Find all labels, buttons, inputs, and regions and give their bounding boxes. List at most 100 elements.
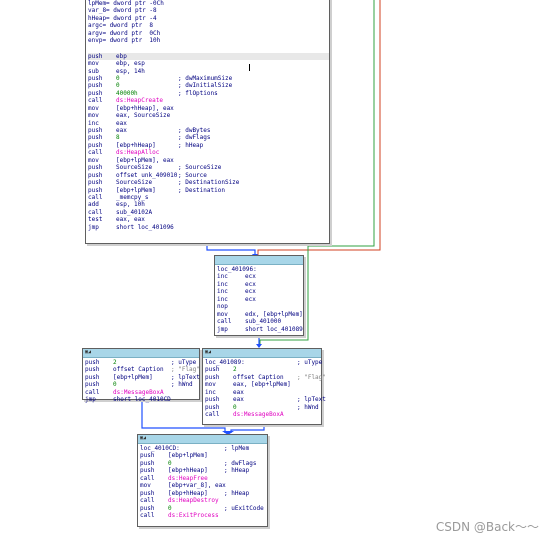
asm-line[interactable]: inc ecx [217,288,303,295]
asm-line[interactable]: push ebp [88,52,329,61]
asm-line[interactable]: push 0 ; uExitCode [140,505,267,512]
comment: ; dwMaximumSize [178,74,233,82]
asm-line[interactable]: call ds:MessageBoxA [205,411,321,418]
node-main-function[interactable]: lpMem= dword ptr -0Ch var_8= dword ptr -8… [85,0,330,244]
node-loc-401089[interactable]: ▣◢ loc_401089: ; uType push 2 push offset Cap… [202,348,326,425]
asm-line[interactable]: push offset Caption ; "Flag" [85,366,200,374]
comment: ; "Flag" [297,373,326,381]
asm-line[interactable]: call ds:HeapFree [140,475,267,482]
asm-line[interactable]: sub esp, 14h [88,68,329,75]
asm-line[interactable]: add esp, 10h [88,201,329,208]
comment: ; hWnd [171,381,193,389]
asm-line[interactable]: jmp short loc_401089 [217,326,303,333]
asm-line[interactable]: inc ecx [217,273,303,280]
asm-line[interactable]: call ds:HeapAlloc [88,149,329,156]
asm-line[interactable]: push 0 ; dwInitialSize [88,82,329,89]
node-title-bar[interactable]: ▣◢ [138,435,267,444]
asm-line[interactable]: push 0 ; hWnd [85,381,199,388]
asm-line[interactable]: call ds:HeapDestroy [140,497,267,504]
node-title-bar[interactable]: ▣◢ [83,349,199,358]
operand: SourceSize [116,179,153,187]
operand: ecx [245,280,256,288]
stack-var-line: envp= dword ptr 10h [88,37,161,45]
asm-line[interactable]: inc eax [205,389,321,396]
mnemonic: push [140,467,155,475]
edge-blue-4 [230,425,265,433]
asm-line[interactable]: jmp short loc_4010CD [85,396,199,403]
asm-line[interactable]: loc_401089: ; uType [205,359,322,366]
asm-line[interactable]: mov [ebp+lpMem], eax [88,157,329,164]
asm-line[interactable]: loc_401096: [217,266,303,273]
operand: 0 [113,381,117,389]
node-flag-messagebox[interactable]: ▣◢ push 2 ; uType push offset Caption ; "Flag… [82,348,200,403]
asm-line[interactable]: nop [217,303,303,310]
asm-line[interactable]: mov [ebp+hHeap], eax [88,105,329,112]
asm-line[interactable]: push SourceSize ; SourceSize [88,164,329,171]
asm-line[interactable]: push 2 [205,366,321,373]
asm-line[interactable]: inc ecx [217,281,303,288]
asm-line[interactable]: mov [ebp+var_8], eax [140,482,267,489]
mnemonic: test [88,216,103,224]
asm-line[interactable]: call ds:HeapCreate [88,97,329,104]
comment: ; "Flag" [171,366,200,374]
asm-line[interactable]: call _memcpy_s [88,194,329,201]
asm-line[interactable]: mov ebp, esp [88,60,329,67]
asm-line[interactable]: call sub_401000 [217,318,303,325]
asm-line[interactable]: push 8 ; dwFlags [88,134,329,141]
asm-line[interactable]: jmp short loc_401096 [88,224,329,231]
asm-line[interactable]: push offset Caption ; "Flag" [205,374,326,381]
mnemonic: inc [217,288,228,296]
mnemonic: push [88,127,103,134]
operand: short loc_401089 [245,325,303,333]
asm-line[interactable]: push [ebp+lpMem] ; lpText [85,374,200,381]
operand: ebp [116,52,127,60]
node-loc-4010cd[interactable]: ▣◢ loc_4010CD:; lpMem push [ebp+lpMem] push… [137,434,268,527]
asm-line[interactable]: mov eax, SourceSize [88,112,329,119]
asm-line[interactable]: push [ebp+hHeap] ; hHeap [140,467,267,474]
asm-line[interactable]: push [ebp+hHeap] ; hHeap [88,142,329,149]
asm-line[interactable]: push 0 ; dwFlags [140,460,267,467]
operand: eax, SourceSize [116,112,171,120]
asm-line[interactable]: push 0 ; dwMaximumSize [88,75,329,82]
asm-line[interactable]: call sub_40102A [88,209,329,216]
mnemonic: mov [88,112,99,120]
asm-line[interactable]: push SourceSize ; DestinationSize [88,179,329,186]
node-toolbar-icons[interactable]: ▣◢ [140,435,146,441]
asm-line[interactable]: push offset unk_409010; Source [88,172,329,179]
node-title-bar[interactable] [215,256,303,265]
node-toolbar-icons[interactable]: ▣◢ [205,349,211,355]
operand: sub_401000 [245,318,282,326]
asm-line[interactable]: inc eax [88,120,329,127]
node-toolbar-icons[interactable]: ▣◢ [85,349,91,355]
asm-line[interactable]: push 40000h ; flOptions [88,90,329,97]
asm-line[interactable]: push [ebp+lpMem] [140,452,267,459]
asm-line[interactable]: push eax ; lpText [205,396,326,403]
main-lines: lpMem= dword ptr -0Ch var_8= dword ptr -8… [86,0,329,231]
asm-line[interactable]: push 2 ; uType [85,359,199,366]
operand: [ebp+lpMem], eax [116,156,174,164]
operand: SourceSize [116,164,153,172]
operand: short loc_4010CD [113,396,171,404]
stack-var-line: argv= dword ptr 0Ch [88,29,161,37]
node-loc-401096[interactable]: loc_401096: inc ecx inc ecx inc ecx inc ecx nop mo… [214,255,304,336]
asm-line[interactable]: test eax, eax [88,216,329,223]
operand: ebp, esp [116,60,145,68]
mnemonic: push [140,504,155,512]
mnemonic: mov [217,310,228,318]
asm-line[interactable]: loc_4010CD: ; lpMem [140,445,267,452]
node-title-bar[interactable]: ▣◢ [203,349,321,358]
operand: [ebp+hHeap] [168,489,208,497]
asm-line[interactable]: push 0 ; hWnd [205,404,321,411]
mnemonic: sub [88,67,99,75]
operand: [ebp+lpMem] [168,452,208,460]
asm-line[interactable]: call ds:ExitProcess [140,512,267,519]
operand: 0 [233,403,237,411]
asm-line[interactable]: push eax ; dwBytes [88,127,329,134]
asm-line[interactable]: mov edx, [ebp+lpMem] [217,311,303,318]
asm-line[interactable]: push [ebp+hHeap] ; hHeap [140,490,267,497]
asm-line[interactable]: call ds:MessageBoxA [85,389,199,396]
asm-line[interactable]: inc ecx [217,296,303,303]
mnemonic: inc [217,273,228,281]
asm-line[interactable]: push [ebp+lpMem] ; Destination [88,187,329,194]
asm-line[interactable]: mov eax, [ebp+lpMem] [205,381,321,388]
